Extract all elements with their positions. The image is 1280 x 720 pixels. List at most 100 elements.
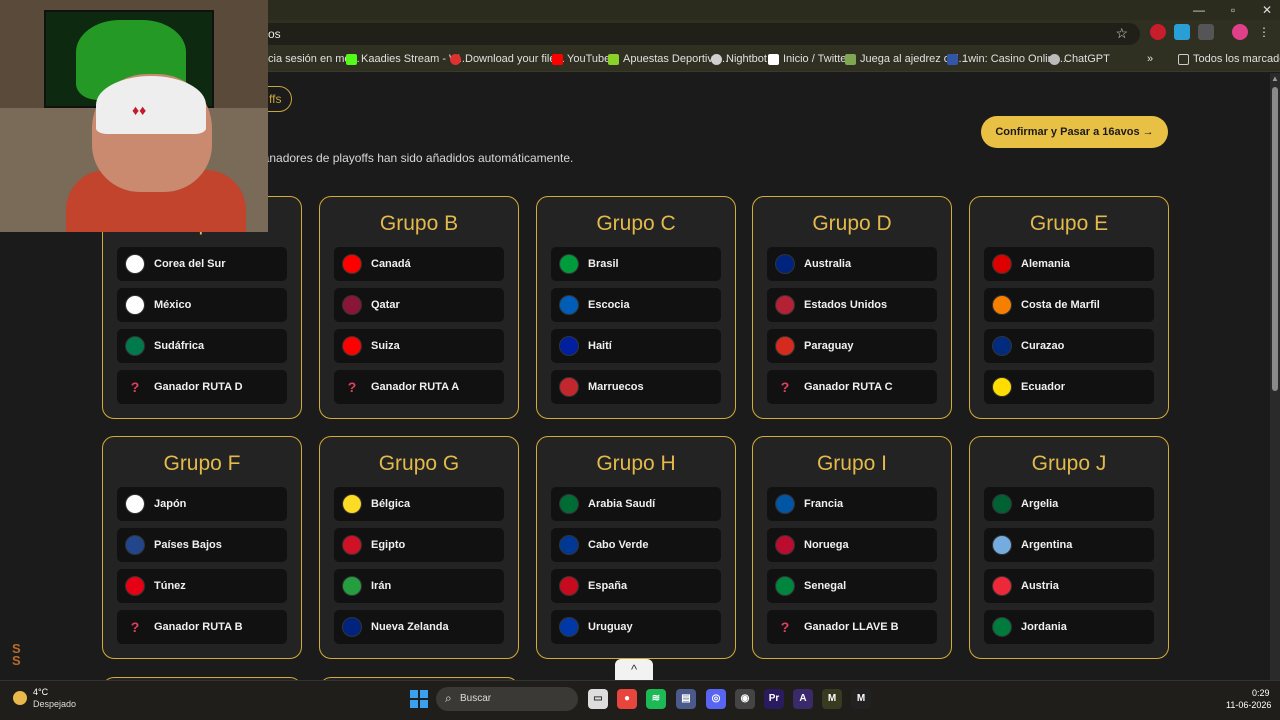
team-name: Curazao	[1021, 340, 1065, 352]
team-row[interactable]: Francia	[767, 487, 937, 521]
minimize-button[interactable]: —	[1192, 3, 1206, 17]
team-row[interactable]: Costa de Marfil	[984, 288, 1154, 322]
team-row[interactable]: Brasil	[551, 247, 721, 281]
restore-button[interactable]: ▫	[1226, 3, 1240, 17]
weather-desc[interactable]: Despejado	[33, 699, 76, 709]
team-row[interactable]: Canadá	[334, 247, 504, 281]
bookmark-item[interactable]: Download your file...	[450, 53, 565, 65]
team-name: Nueva Zelanda	[371, 621, 449, 633]
extension-icon[interactable]	[1174, 24, 1190, 40]
page-scrollbar[interactable]: ▲	[1270, 73, 1280, 680]
app-m1-icon[interactable]: M	[822, 689, 842, 709]
team-row[interactable]: Austria	[984, 569, 1154, 603]
team-row[interactable]: Noruega	[767, 528, 937, 562]
flag-icon	[125, 254, 145, 274]
team-row[interactable]: ? Ganador RUTA C	[767, 370, 937, 404]
team-row[interactable]: Qatar	[334, 288, 504, 322]
team-name: Irán	[371, 580, 392, 592]
youtube-icon	[552, 53, 563, 65]
extensions-puzzle-icon[interactable]	[1198, 24, 1214, 40]
discord-icon[interactable]: ◎	[706, 689, 726, 709]
team-row[interactable]: Cabo Verde	[551, 528, 721, 562]
team-row[interactable]: ? Ganador LLAVE B	[767, 610, 937, 644]
team-row[interactable]: Senegal	[767, 569, 937, 603]
team-name: Marruecos	[588, 381, 644, 393]
flag-icon	[992, 576, 1012, 596]
team-name: Estados Unidos	[804, 299, 888, 311]
team-name: Ganador RUTA C	[804, 381, 893, 393]
window-controls: — ▫ ✕	[1192, 0, 1274, 20]
team-row[interactable]: Jordania	[984, 610, 1154, 644]
team-row[interactable]: Paraguay	[767, 329, 937, 363]
affinity-icon[interactable]: A	[793, 689, 813, 709]
team-row[interactable]: Curazao	[984, 329, 1154, 363]
team-row[interactable]: ? Ganador RUTA A	[334, 370, 504, 404]
team-row[interactable]: Escocia	[551, 288, 721, 322]
spotify-icon[interactable]: ≋	[646, 689, 666, 709]
team-row[interactable]: Países Bajos	[117, 528, 287, 562]
app-m2-icon[interactable]: M	[851, 689, 871, 709]
address-bar[interactable]: os ☆	[120, 23, 1140, 45]
team-row[interactable]: Alemania	[984, 247, 1154, 281]
webcam-overlay: ♦♦	[0, 0, 268, 232]
scroll-to-top-button[interactable]: ^	[615, 659, 653, 680]
app-icon[interactable]: ▤	[676, 689, 696, 709]
team-row[interactable]: Uruguay	[551, 610, 721, 644]
team-row[interactable]: Japón	[117, 487, 287, 521]
team-row[interactable]: ? Ganador RUTA D	[117, 370, 287, 404]
team-name: Cabo Verde	[588, 539, 649, 551]
team-row[interactable]: México	[117, 288, 287, 322]
bookmark-item[interactable]: ChatGPT	[1049, 53, 1110, 65]
obs-icon[interactable]: ◉	[735, 689, 755, 709]
team-row[interactable]: Sudáfrica	[117, 329, 287, 363]
clock-date[interactable]: 11-06-2026	[1226, 700, 1271, 710]
team-row[interactable]: Egipto	[334, 528, 504, 562]
scroll-up-arrow-icon[interactable]: ▲	[1271, 74, 1279, 83]
weather-temp[interactable]: 4°C	[33, 687, 48, 697]
team-row[interactable]: Corea del Sur	[117, 247, 287, 281]
team-row[interactable]: Argelia	[984, 487, 1154, 521]
team-row[interactable]: Australia	[767, 247, 937, 281]
windows-start-icon[interactable]	[410, 690, 428, 708]
file-explorer-icon[interactable]: ▭	[588, 689, 608, 709]
team-row[interactable]: Irán	[334, 569, 504, 603]
menu-icon[interactable]: ⋮	[1256, 24, 1272, 40]
team-name: Sudáfrica	[154, 340, 205, 352]
bookmarks-overflow-button[interactable]: »	[1147, 53, 1153, 65]
team-row[interactable]: Ecuador	[984, 370, 1154, 404]
bookmark-item[interactable]: Inicio / Twitter	[768, 53, 850, 65]
flag-icon	[342, 576, 362, 596]
team-name: Francia	[804, 498, 844, 510]
scrollbar-thumb[interactable]	[1272, 87, 1278, 391]
team-name: Escocia	[588, 299, 630, 311]
bookmark-item[interactable]: Nightbot	[711, 53, 767, 65]
question-mark-icon: ?	[130, 379, 140, 395]
folder-icon	[1178, 53, 1189, 65]
team-row[interactable]: Estados Unidos	[767, 288, 937, 322]
bookmark-star-icon[interactable]: ☆	[1115, 25, 1128, 42]
team-row[interactable]: Suiza	[334, 329, 504, 363]
confirm-round-of-32-button[interactable]: Confirmar y Pasar a 16avos →	[981, 116, 1168, 148]
all-bookmarks-button[interactable]: Todos los marcadores	[1178, 53, 1280, 65]
team-row[interactable]: ? Ganador RUTA B	[117, 610, 287, 644]
team-row[interactable]: Túnez	[117, 569, 287, 603]
premiere-icon[interactable]: Pr	[764, 689, 784, 709]
clock-time[interactable]: 0:29	[1252, 688, 1270, 698]
team-row[interactable]: España	[551, 569, 721, 603]
question-mark-icon: ?	[347, 379, 357, 395]
extension-icon[interactable]	[1150, 24, 1166, 40]
chess-pawn-icon	[845, 53, 856, 65]
moon-icon[interactable]	[13, 691, 27, 705]
chrome-icon[interactable]: ●	[617, 689, 637, 709]
team-row[interactable]: Marruecos	[551, 370, 721, 404]
team-name: Egipto	[371, 539, 406, 551]
team-row[interactable]: Nueva Zelanda	[334, 610, 504, 644]
bookmark-item[interactable]: YouTube	[552, 53, 610, 65]
close-button[interactable]: ✕	[1260, 3, 1274, 17]
team-row[interactable]: Bélgica	[334, 487, 504, 521]
taskbar-search[interactable]: ⌕ Buscar	[436, 687, 578, 711]
profile-avatar[interactable]	[1232, 24, 1248, 40]
team-row[interactable]: Haití	[551, 329, 721, 363]
team-row[interactable]: Arabia Saudí	[551, 487, 721, 521]
team-row[interactable]: Argentina	[984, 528, 1154, 562]
